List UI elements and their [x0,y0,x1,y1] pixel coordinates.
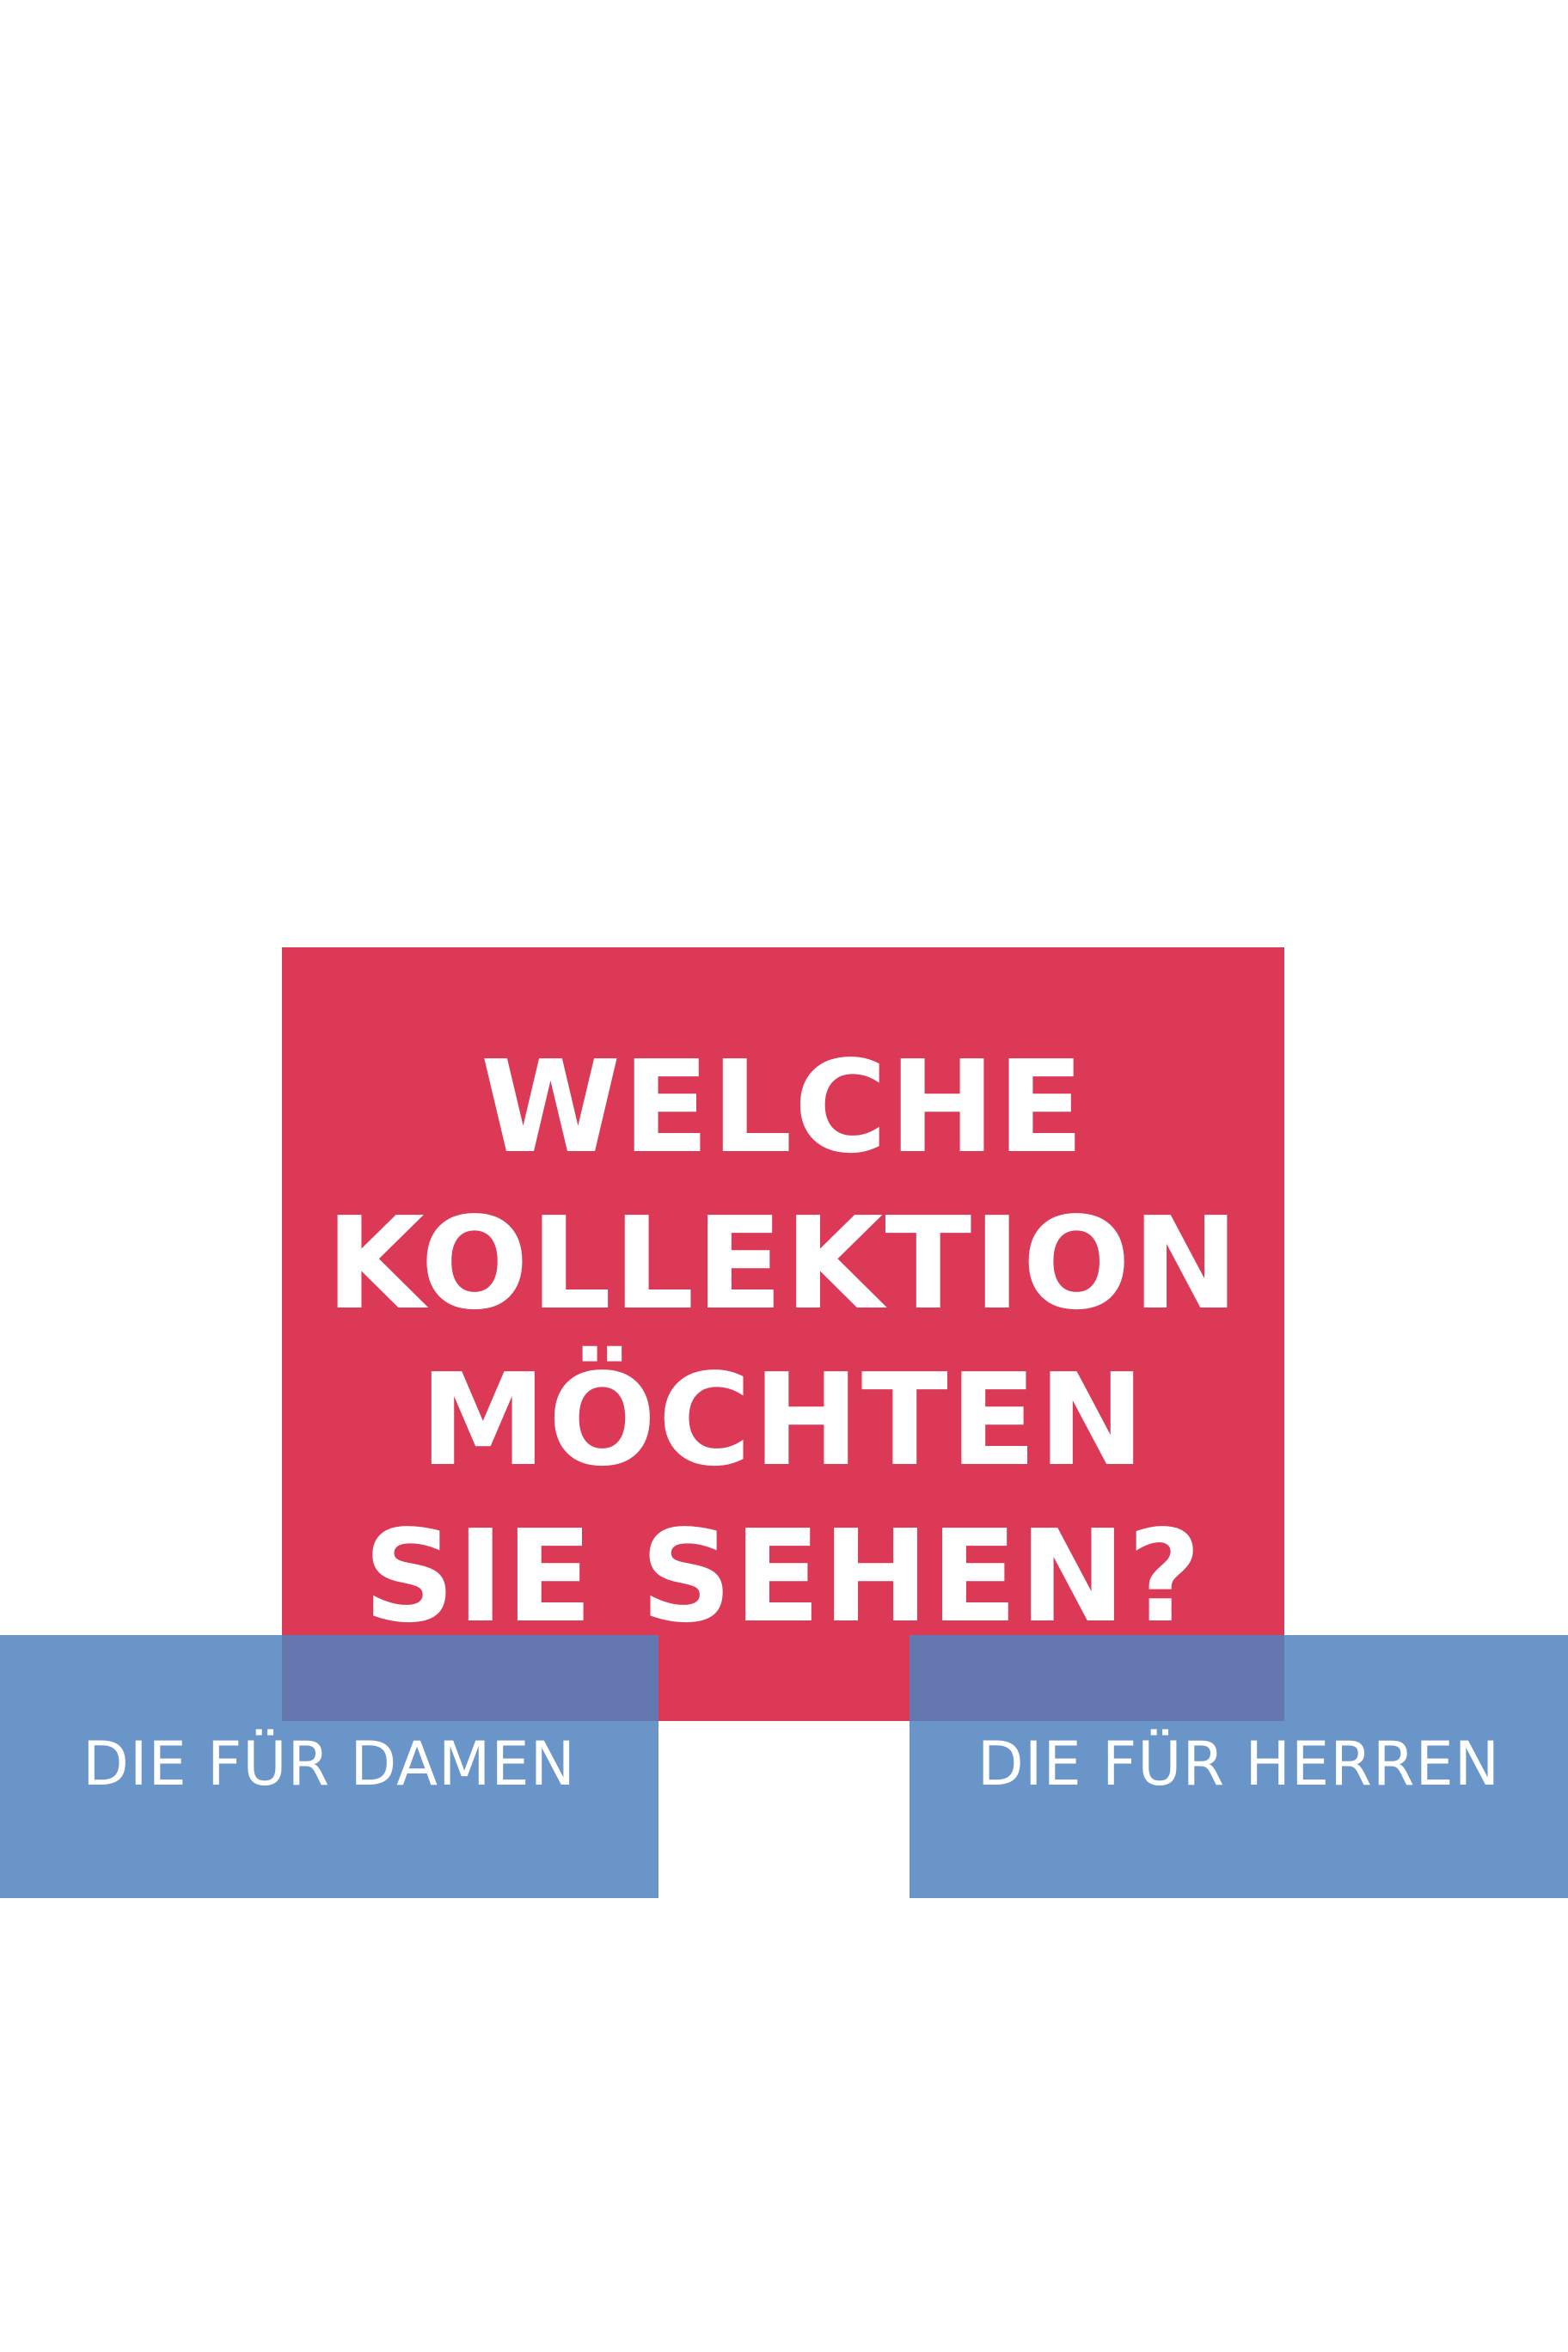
question-line-3: MÖCHTEN [420,1346,1147,1494]
question-line-1: WELCHE [480,1033,1087,1181]
damen-collection-button[interactable]: DIE FÜR DAMEN [0,1635,658,1898]
damen-collection-label: DIE FÜR DAMEN [83,1729,576,1799]
question-heading: WELCHE KOLLEKTION MÖCHTEN SIE SEHEN? [282,1029,1284,1655]
herren-collection-label: DIE FÜR HERREN [977,1729,1501,1799]
question-panel: WELCHE KOLLEKTION MÖCHTEN SIE SEHEN? [282,947,1284,1721]
question-line-2: KOLLEKTION [326,1190,1240,1338]
herren-collection-button[interactable]: DIE FÜR HERREN [910,1635,1568,1898]
question-line-4: SIE SEHEN? [363,1503,1204,1651]
